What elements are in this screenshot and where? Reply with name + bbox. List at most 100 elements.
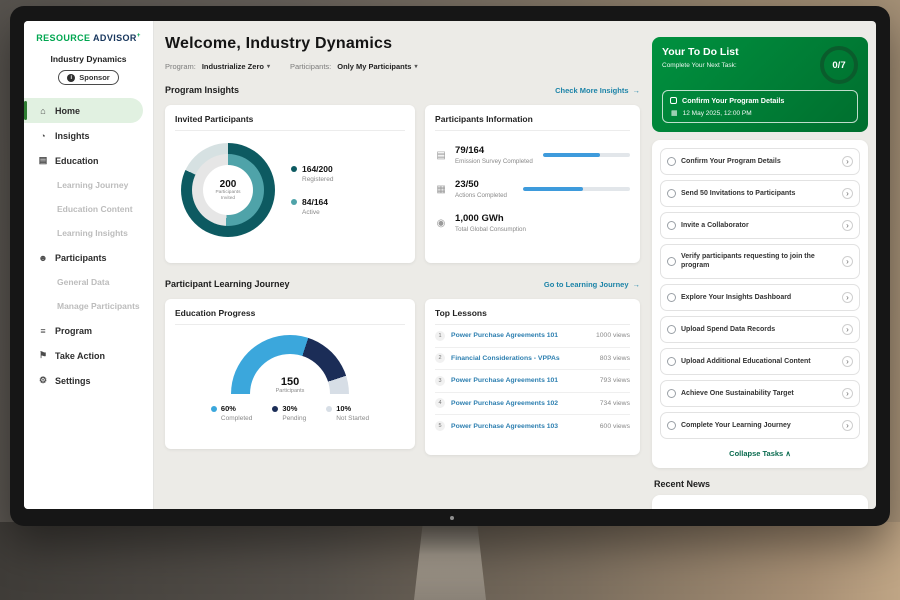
nav-label: Education Content [57,204,133,214]
lesson-rank: 3 [435,376,445,386]
lesson-rank: 1 [435,331,445,341]
lesson-link[interactable]: Financial Considerations - VPPAs [451,355,594,362]
room-background: RESOURCE ADVISOR+ Industry Dynamics i Sp… [0,0,900,600]
sidebar-item-general-data[interactable]: General Data [24,270,153,294]
todo-task-achieve-target[interactable]: Achieve One Sustainability Target › [660,380,860,407]
recent-news-card [652,495,868,509]
location-pin-icon: ◉ [435,218,447,229]
todo-task-send-invitations[interactable]: Send 50 Invitations to Participants › [660,180,860,207]
lesson-link[interactable]: Power Purchase Agreements 103 [451,423,594,430]
sidebar-item-program[interactable]: ≡ Program [24,318,153,343]
lesson-rank: 2 [435,353,445,363]
program-list-icon: ≡ [38,326,48,336]
lesson-views: 1000 views [596,332,630,339]
todo-task-complete-learning-journey[interactable]: Complete Your Learning Journey › [660,412,860,439]
sidebar-item-home[interactable]: ⌂ Home [24,98,143,123]
actions-icon: ▦ [435,184,447,195]
lesson-views: 600 views [600,423,630,430]
pending-dot-icon [272,406,278,412]
todo-task-explore-insights[interactable]: Explore Your Insights Dashboard › [660,284,860,311]
nav-label: Take Action [55,351,105,361]
program-select[interactable]: Industrialize Zero ▾ [202,62,270,71]
todo-task-upload-educational-content[interactable]: Upload Additional Educational Content › [660,348,860,375]
nav-label: Learning Insights [57,228,128,238]
todo-header-card: Your To Do List Complete Your Next Task:… [652,37,868,132]
sidebar-item-settings[interactable]: ⚙ Settings [24,368,153,393]
sidebar-item-education[interactable]: ▤ Education [24,148,153,173]
nav-label: Learning Journey [57,180,128,190]
lesson-rank: 4 [435,398,445,408]
sidebar-item-insights[interactable]: ◔ Insights [24,123,153,148]
legend-item-active: 84/164 Active [291,197,333,216]
stat-actions-completed: ▦ 23/50 Actions Completed [435,179,630,199]
check-more-insights-link[interactable]: Check More Insights → [555,86,640,95]
lesson-link[interactable]: Power Purchase Agreements 101 [451,377,594,384]
sidebar-item-education-content[interactable]: Education Content [24,197,153,221]
gauge-center: 150 Participants [231,376,349,394]
top-lessons-card: Top Lessons 1 Power Purchase Agreements … [425,299,640,455]
donut-center-label: Participants Invited [211,190,245,202]
sidebar-item-learning-insights[interactable]: Learning Insights [24,221,153,245]
collapse-tasks-link[interactable]: Collapse Tasks ∧ [660,444,860,460]
home-icon: ⌂ [38,106,48,116]
nav-label: Participants [55,253,107,263]
todo-task-verify-participants[interactable]: Verify participants requesting to join t… [660,244,860,279]
sponsor-badge[interactable]: i Sponsor [58,70,118,85]
lesson-views: 734 views [600,400,630,407]
dashboard-screen: RESOURCE ADVISOR+ Industry Dynamics i Sp… [24,21,876,509]
todo-task-list: Confirm Your Program Details › Send 50 I… [652,140,868,468]
nav-label: Program [55,326,92,336]
todo-progress-value: 0/7 [832,60,845,71]
legend-item-pending: 30% Pending [272,404,306,422]
lesson-link[interactable]: Power Purchase Agreements 102 [451,400,594,407]
donut-center-value: 200 [220,179,237,190]
todo-task-confirm-program[interactable]: Confirm Your Program Details › [660,148,860,175]
task-status-icon [667,293,676,302]
participants-filter-label: Participants: [290,62,331,71]
app-logo: RESOURCE ADVISOR+ [24,33,153,43]
go-to-learning-journey-link[interactable]: Go to Learning Journey → [544,280,640,289]
donut-legend: 164/200 Registered 84/164 Active [291,164,333,216]
sidebar-item-participants[interactable]: ☻ Participants [24,245,153,270]
nav-label: Manage Participants [57,301,140,311]
next-task-card[interactable]: Confirm Your Program Details ▦ 12 May 20… [662,90,858,123]
nav-label: Settings [55,376,91,386]
lesson-link[interactable]: Power Purchase Agreements 101 [451,332,590,339]
completed-dot-icon [211,406,217,412]
sidebar-nav: ⌂ Home ◔ Insights ▤ Education Learning J… [24,98,153,393]
education-progress-gauge: 150 Participants [231,335,349,394]
participants-select-value: Only My Participants [337,62,411,71]
checkbox-icon[interactable] [670,97,677,104]
take-action-icon: ⚑ [38,350,48,361]
recent-news-title: Recent News [654,479,868,489]
lesson-views: 793 views [600,377,630,384]
chevron-right-icon: › [842,420,853,431]
nav-label: Education [55,156,99,166]
logo-plus: + [137,33,141,39]
card-title: Participants Information [435,114,630,131]
card-title: Top Lessons [435,308,630,325]
section-title: Program Insights [165,85,239,95]
sidebar-item-learning-journey[interactable]: Learning Journey [24,173,153,197]
donut-center: 200 Participants Invited [203,165,253,215]
actions-progress-bar [523,187,630,191]
sidebar-item-manage-participants[interactable]: Manage Participants [24,294,153,318]
todo-title: Your To Do List [662,46,739,58]
task-status-icon [667,357,676,366]
program-insights-header: Program Insights Check More Insights → [165,85,640,95]
todo-task-upload-spend-data[interactable]: Upload Spend Data Records › [660,316,860,343]
monitor-stand [414,524,486,600]
survey-icon: ▤ [435,150,447,161]
invited-participants-donut: 200 Participants Invited [181,143,275,237]
sidebar-item-take-action[interactable]: ⚑ Take Action [24,343,153,368]
gear-icon: ⚙ [38,375,48,386]
todo-progress-ring: 0/7 [820,46,858,84]
participants-select[interactable]: Only My Participants ▾ [337,62,417,71]
education-progress-card: Education Progress 150 Participants [165,299,415,449]
task-status-icon [667,189,676,198]
card-title: Education Progress [175,308,405,325]
insights-icon: ◔ [38,131,48,141]
todo-task-invite-collaborator[interactable]: Invite a Collaborator › [660,212,860,239]
sidebar: RESOURCE ADVISOR+ Industry Dynamics i Sp… [24,21,154,509]
todo-subtitle: Complete Your Next Task: [662,62,739,69]
